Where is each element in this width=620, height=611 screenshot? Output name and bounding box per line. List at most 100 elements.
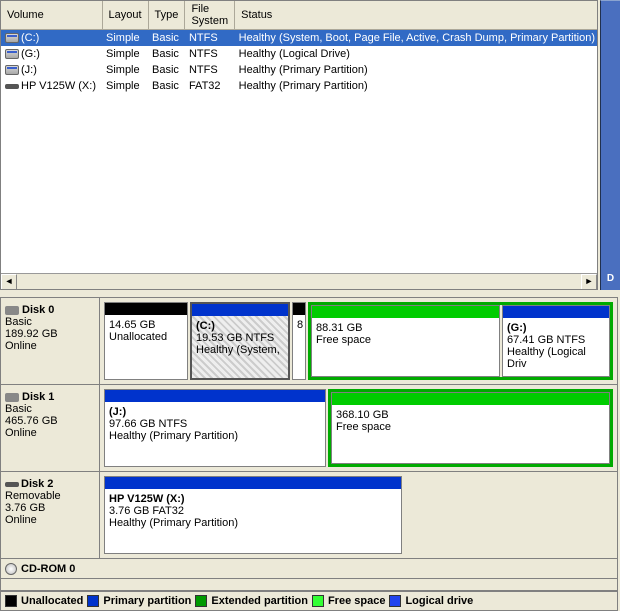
partition-j[interactable]: (J:) 97.66 GB NTFS Healthy (Primary Part… (104, 389, 326, 467)
legend-swatch-extended (195, 595, 207, 607)
volume-fs: NTFS (185, 30, 235, 47)
disk-2-label: Disk 2 Removable 3.76 GB Online (1, 472, 100, 558)
volume-layout: Simple (102, 30, 148, 47)
disk-title: Disk 2 (21, 478, 53, 490)
partition-cap (312, 306, 499, 318)
disk-icon (5, 306, 19, 315)
disk-2-partitions: HP V125W (X:) 3.76 GB FAT32 Healthy (Pri… (100, 472, 617, 558)
volume-fs: NTFS (185, 62, 235, 78)
legend-unallocated: Unallocated (21, 595, 83, 607)
partition-name: (C:) (196, 320, 284, 332)
partition-c[interactable]: (C:) 19.53 GB NTFS Healthy (System, (190, 302, 290, 380)
disk-status: Online (5, 340, 93, 352)
disk-1-row[interactable]: Disk 1 Basic 465.76 GB Online (J:) 97.66… (1, 385, 617, 472)
cdrom-icon (5, 563, 17, 575)
partition-x[interactable]: HP V125W (X:) 3.76 GB FAT32 Healthy (Pri… (104, 476, 402, 554)
scroll-right-button[interactable]: ► (581, 274, 597, 290)
partition-tiny[interactable]: 8 (292, 302, 306, 380)
cdrom-title: CD-ROM 0 (21, 563, 75, 575)
volume-name: HP V125W (X:) (21, 80, 96, 92)
volume-type: Basic (148, 46, 185, 62)
partition-status: Healthy (Primary Partition) (109, 517, 238, 529)
disk-map-pane: Disk 0 Basic 189.92 GB Online 14.65 GB U… (0, 297, 618, 591)
partition-unallocated[interactable]: 14.65 GB Unallocated (104, 302, 188, 380)
partition-status: Healthy (Primary Partition) (109, 430, 238, 442)
disk-title: Disk 1 (22, 391, 54, 403)
usb-drive-icon (5, 482, 19, 487)
partition-size: 14.65 GB (109, 319, 155, 331)
partition-status: Healthy (System, (196, 344, 280, 356)
horizontal-scrollbar[interactable]: ◄ ► (1, 273, 597, 289)
volume-fs: NTFS (185, 46, 235, 62)
col-volume[interactable]: Volume (1, 1, 102, 30)
partition-status: Free space (336, 421, 391, 433)
disk-0-row[interactable]: Disk 0 Basic 189.92 GB Online 14.65 GB U… (1, 298, 617, 385)
volume-row-x[interactable]: HP V125W (X:) Simple Basic FAT32 Healthy… (1, 78, 598, 94)
volume-row-c[interactable]: (C:) Simple Basic NTFS Healthy (System, … (1, 30, 598, 47)
disk-type: Basic (5, 403, 93, 415)
volume-row-g[interactable]: (G:) Simple Basic NTFS Healthy (Logical … (1, 46, 598, 62)
volume-status: Healthy (Primary Partition) (235, 62, 598, 78)
disk-icon (5, 393, 19, 402)
extended-partition-wrap: 368.10 GB Free space (328, 389, 613, 467)
cdrom-row[interactable]: CD-ROM 0 (1, 559, 617, 579)
legend-bar: Unallocated Primary partition Extended p… (0, 591, 618, 611)
legend-swatch-unallocated (5, 595, 17, 607)
partition-name: (J:) (109, 406, 321, 418)
partition-name: HP V125W (X:) (109, 493, 397, 505)
partition-size: 8 (297, 319, 303, 331)
disk-0-label: Disk 0 Basic 189.92 GB Online (1, 298, 100, 384)
volume-list-pane: Volume Layout Type File System Status (C… (0, 0, 598, 290)
partition-g[interactable]: (G:) 67.41 GB NTFS Healthy (Logical Driv (502, 305, 610, 377)
legend-swatch-free (312, 595, 324, 607)
partition-size: 88.31 GB (316, 322, 362, 334)
volume-fs: FAT32 (185, 78, 235, 94)
legend-free: Free space (328, 595, 385, 607)
right-side-tab[interactable]: D (600, 0, 620, 290)
partition-cap (332, 393, 609, 405)
volume-name: (C:) (21, 32, 39, 44)
col-status[interactable]: Status (235, 1, 598, 30)
legend-primary: Primary partition (103, 595, 191, 607)
partition-name: (G:) (507, 322, 605, 334)
scroll-left-button[interactable]: ◄ (1, 274, 17, 290)
usb-drive-icon (5, 84, 19, 89)
col-filesystem[interactable]: File System (185, 1, 235, 30)
extended-partition-wrap: 88.31 GB Free space (G:) 67.41 GB NTFS H… (308, 302, 613, 380)
volume-status: Healthy (Primary Partition) (235, 78, 598, 94)
partition-cap (192, 304, 288, 316)
volume-status: Healthy (Logical Drive) (235, 46, 598, 62)
disk-1-partitions: (J:) 97.66 GB NTFS Healthy (Primary Part… (100, 385, 617, 471)
volume-name: (J:) (21, 64, 37, 76)
volume-type: Basic (148, 62, 185, 78)
disk-size: 465.76 GB (5, 415, 93, 427)
partition-size: 97.66 GB NTFS (109, 418, 187, 430)
legend-swatch-logical (389, 595, 401, 607)
volume-status: Healthy (System, Boot, Page File, Active… (235, 30, 598, 47)
partition-status: Free space (316, 334, 371, 346)
volume-table: Volume Layout Type File System Status (C… (1, 1, 598, 94)
partition-status: Unallocated (109, 331, 167, 343)
volume-name: (G:) (21, 48, 40, 60)
drive-icon (5, 49, 19, 59)
partition-free[interactable]: 368.10 GB Free space (331, 392, 610, 464)
volume-header-row: Volume Layout Type File System Status (1, 1, 598, 30)
disk-title: Disk 0 (22, 304, 54, 316)
disk-status: Online (5, 427, 93, 439)
disk-1-label: Disk 1 Basic 465.76 GB Online (1, 385, 100, 471)
col-type[interactable]: Type (148, 1, 185, 30)
partition-cap (105, 390, 325, 402)
partition-cap (293, 303, 305, 315)
partition-cap (503, 306, 609, 318)
legend-extended: Extended partition (211, 595, 308, 607)
partition-size: 368.10 GB (336, 409, 389, 421)
volume-layout: Simple (102, 78, 148, 94)
col-layout[interactable]: Layout (102, 1, 148, 30)
disk-size: 3.76 GB (5, 502, 93, 514)
partition-free[interactable]: 88.31 GB Free space (311, 305, 500, 377)
disk-2-row[interactable]: Disk 2 Removable 3.76 GB Online HP V125W… (1, 472, 617, 559)
drive-icon (5, 33, 19, 43)
volume-row-j[interactable]: (J:) Simple Basic NTFS Healthy (Primary … (1, 62, 598, 78)
disk-0-partitions: 14.65 GB Unallocated (C:) 19.53 GB NTFS … (100, 298, 617, 384)
volume-layout: Simple (102, 46, 148, 62)
